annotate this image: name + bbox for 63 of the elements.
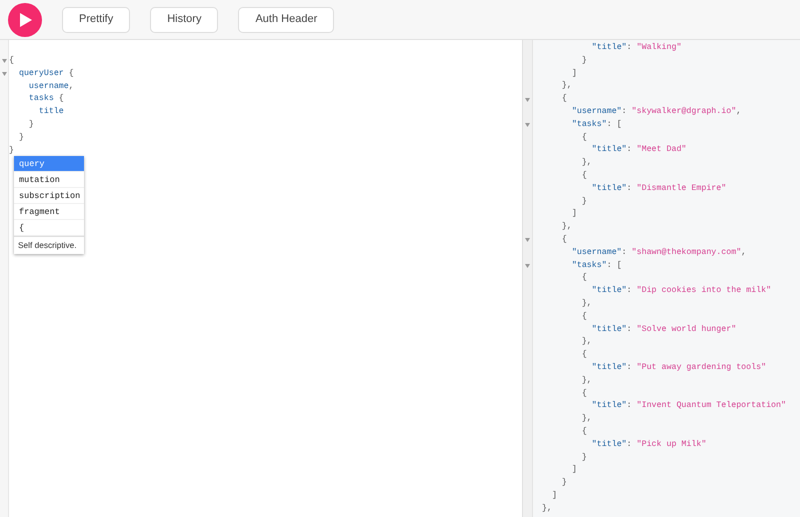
fold-arrow-icon[interactable] <box>525 98 530 102</box>
autocomplete-item[interactable]: mutation <box>14 172 84 188</box>
code-line: ] <box>550 490 558 502</box>
code-line: } <box>18 132 25 144</box>
code-line: title <box>38 106 65 118</box>
code-line: { <box>580 349 588 362</box>
code-line: { <box>580 310 588 323</box>
toolbar-button[interactable]: Prettify <box>62 6 130 32</box>
code-line: { <box>580 426 588 438</box>
code-line: username, <box>28 80 74 93</box>
code-line: } <box>560 477 568 490</box>
fold-arrow-icon[interactable] <box>2 72 6 76</box>
run-button[interactable] <box>8 2 42 36</box>
code-line: ] <box>570 68 578 80</box>
code-line: } <box>9 144 15 157</box>
code-line: "tasks": [ <box>570 118 623 131</box>
code-line: "title": "Meet Dad" <box>590 144 688 156</box>
code-line: } <box>580 196 588 208</box>
code-line: ] <box>570 208 578 220</box>
fold-arrow-icon[interactable] <box>2 59 6 64</box>
code-line: { <box>560 234 568 246</box>
toolbar-button[interactable]: Auth Header <box>238 6 334 32</box>
code-line: "title": "Invent Quantum Teleportation" <box>590 400 786 412</box>
query-editor[interactable]: { queryUser { username, tasks { title } } } query mutation subscription fragment { Self descriptive. <box>0 40 523 517</box>
code-line: }, <box>580 336 593 348</box>
code-line: { <box>580 272 588 284</box>
code-line: "title": "Dip cookies into the milk" <box>590 285 772 298</box>
code-line: "tasks": [ <box>570 260 623 272</box>
code-line: } <box>28 118 35 131</box>
code-line: }, <box>580 413 593 426</box>
fold-arrow-icon[interactable] <box>525 123 530 128</box>
code-line: { <box>580 132 588 144</box>
code-line: "title": "Pick up Milk" <box>590 438 708 451</box>
code-line: ] <box>570 464 578 476</box>
code-line: }, <box>580 374 593 387</box>
code-line: }, <box>580 298 593 310</box>
autocomplete-item[interactable]: query <box>14 156 84 172</box>
code-line: "title": "Solve world hunger" <box>590 324 738 336</box>
code-line: "title": "Walking" <box>590 42 682 54</box>
code-line: } <box>580 452 588 464</box>
code-line: { <box>9 55 15 67</box>
code-line: "username": "shawn@thekompany.com", <box>570 246 748 259</box>
play-icon <box>20 12 32 26</box>
code-line: }, <box>560 80 573 92</box>
code-line: { <box>580 170 588 182</box>
autocomplete-description: Self descriptive. <box>14 236 84 254</box>
code-line: { <box>560 93 568 106</box>
code-line: tasks { <box>28 93 65 106</box>
code-line: queryUser { <box>18 68 74 80</box>
code-line: }, <box>560 221 573 234</box>
code-line: }, <box>542 502 553 515</box>
fold-arrow-icon[interactable] <box>525 238 530 242</box>
autocomplete-item[interactable]: fragment <box>14 204 84 220</box>
autocomplete-item[interactable]: { <box>14 220 84 236</box>
code-line: } <box>580 54 588 67</box>
fold-arrow-icon[interactable] <box>525 264 530 268</box>
toolbar-button[interactable]: History <box>150 6 218 32</box>
code-line: }, <box>580 157 593 170</box>
code-line: "title": "Put away gardening tools" <box>590 362 768 374</box>
code-line: "username": "skywalker@dgraph.io", <box>570 106 742 118</box>
code-line: "title": "Dismantle Empire" <box>590 182 728 195</box>
autocomplete-item[interactable]: subscription <box>14 188 84 204</box>
code-line: { <box>580 388 588 400</box>
